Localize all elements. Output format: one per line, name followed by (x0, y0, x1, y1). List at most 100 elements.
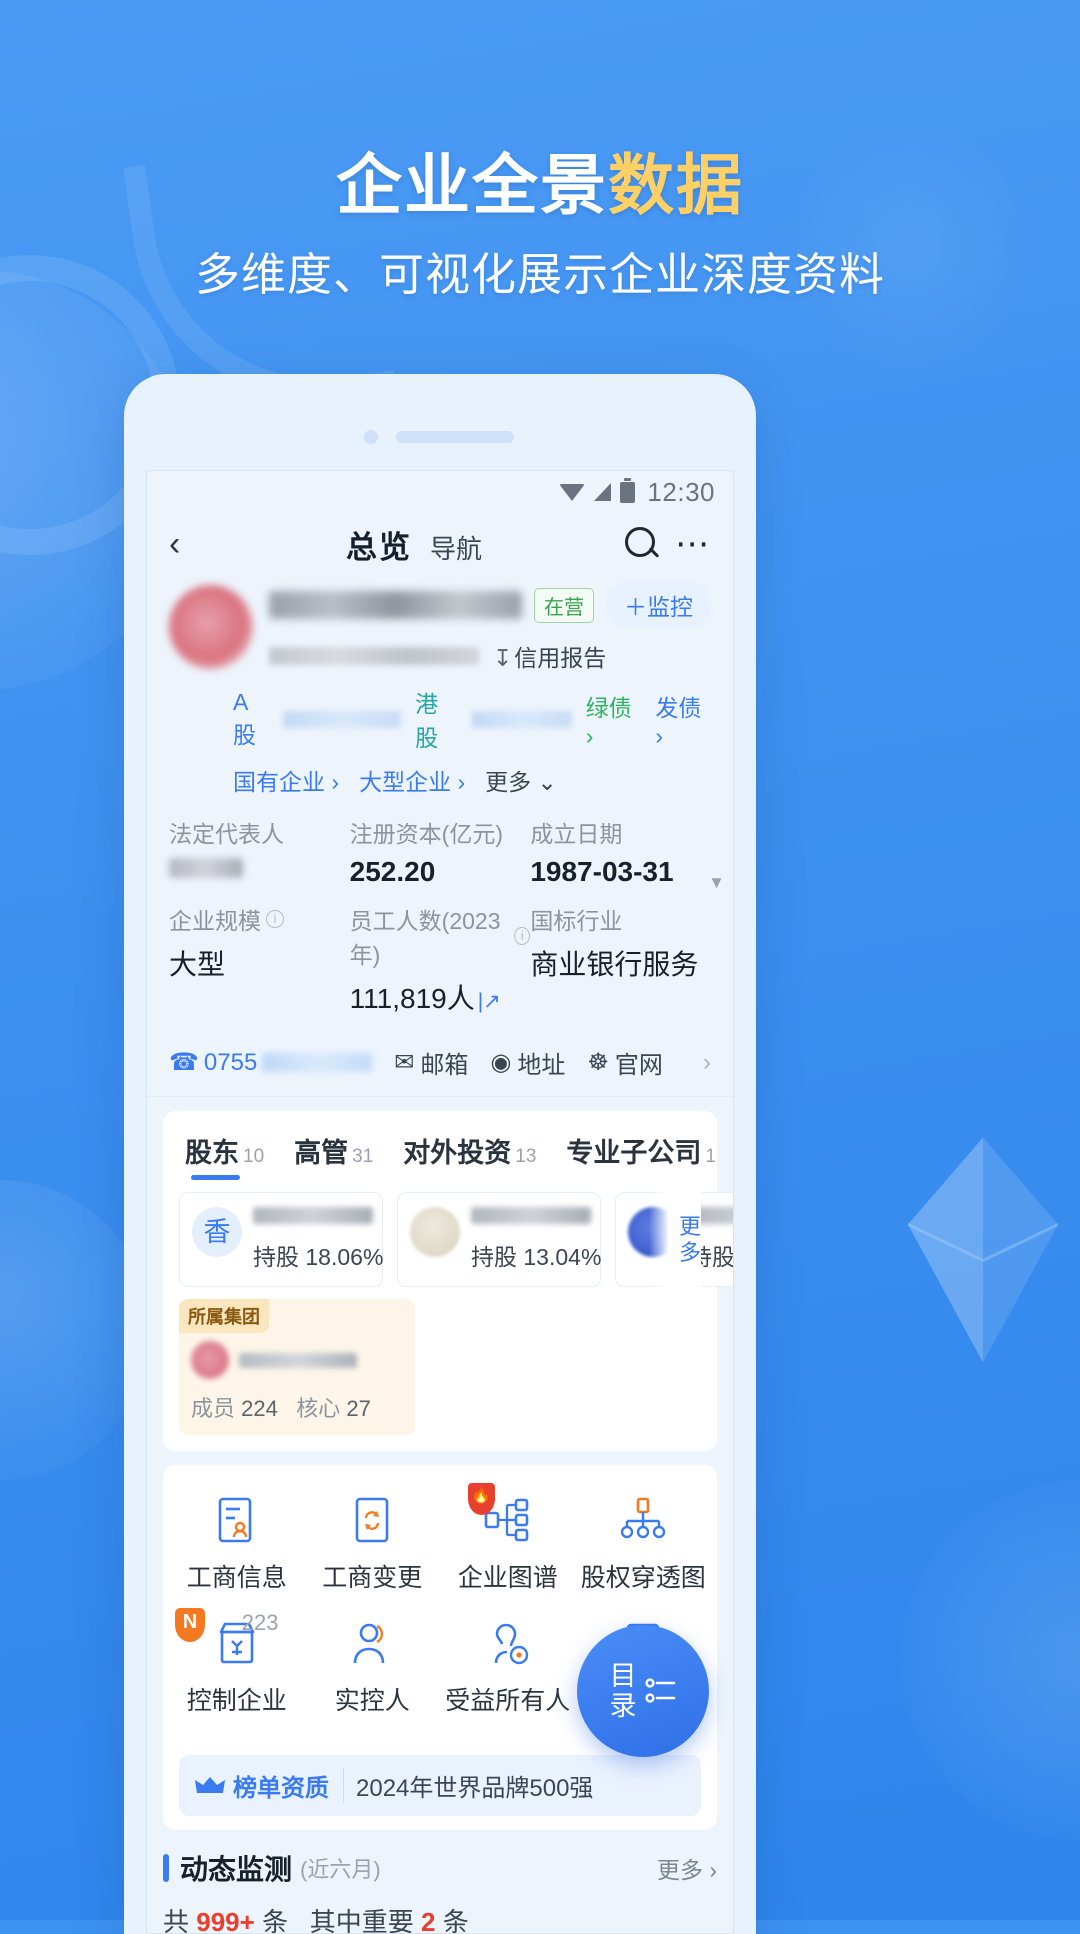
shareholders-more-label: 更多 (679, 1213, 702, 1265)
tag-green-bond[interactable]: 绿债 › (586, 689, 642, 750)
tags-more-button[interactable]: 更多 ⌄ (485, 763, 557, 797)
group-member-count: 224 (241, 1396, 278, 1421)
location-pin-icon: ◉ (490, 1049, 512, 1076)
tag-a-share-masked (282, 710, 402, 728)
tab-shareholders[interactable]: 股东 10 (185, 1131, 264, 1182)
feature-beneficial-owner[interactable]: 受益所有人 (440, 1608, 576, 1731)
tag-state-owned-label: 国有企业 (233, 769, 325, 795)
avatar: 香 (192, 1207, 242, 1257)
tag-a-share[interactable]: A股 (233, 689, 269, 750)
company-name-masked (269, 591, 522, 619)
back-button[interactable]: ‹ (169, 525, 209, 564)
nav-tabs: 总览 导航 (209, 522, 619, 567)
tag-hk-share[interactable]: 港股 (415, 685, 458, 753)
group-badge: 所属集团 (179, 1299, 269, 1333)
feature-label: 实控人 (334, 1687, 410, 1715)
info-cell-industry: 国标行业 商业银行服务 (530, 902, 711, 1017)
ranking-strip[interactable]: 榜单资质 2024年世界品牌500强 (179, 1755, 701, 1816)
info-label-text: 员工人数(2023年) (349, 908, 501, 968)
website-link[interactable]: ☸ 官网 (587, 1045, 663, 1080)
feature-label: 工商变更 (322, 1564, 423, 1592)
tab-navigation[interactable]: 导航 (430, 529, 482, 566)
tag-large-enterprise-label: 大型企业 (359, 769, 452, 795)
tag-state-owned[interactable]: 国有企业 › (233, 763, 339, 797)
email-link[interactable]: ✉ 邮箱 (394, 1045, 468, 1080)
credit-report-link[interactable]: ↧信用报告 (493, 639, 606, 673)
status-clock: 12:30 (647, 476, 715, 507)
address-link[interactable]: ◉ 地址 (490, 1045, 565, 1080)
section-accent-bar (163, 1854, 169, 1882)
shareholder-holding: 持股 18.06% (253, 1244, 384, 1270)
feature-business-info[interactable]: 工商信息 (169, 1485, 305, 1608)
catalog-fab-button[interactable]: 目 录 (577, 1625, 709, 1757)
info-tip-icon[interactable]: i (266, 910, 284, 928)
download-icon: ↧ (493, 645, 513, 671)
phone-icon: ☎ (169, 1049, 199, 1076)
tab-subsidiaries[interactable]: 专业子公司 1 (566, 1131, 716, 1182)
info-value: 大型 (169, 949, 226, 980)
monitor-more-button[interactable]: 更多 › (657, 1851, 717, 1885)
tab-label: 专业子公司 (566, 1138, 702, 1168)
info-label: 成立日期 (530, 821, 623, 847)
tab-overview[interactable]: 总览 (346, 522, 412, 567)
info-value: 商业银行服务 (530, 949, 699, 980)
feature-enterprise-graph[interactable]: 🔥 企业图谱 (440, 1483, 576, 1608)
trend-chart-icon[interactable]: |↗ (478, 989, 501, 1014)
feature-label: 控制企业 (186, 1687, 287, 1715)
promo-subtitle: 多维度、可视化展示企业深度资料 (194, 249, 885, 300)
tab-investments[interactable]: 对外投资 13 (403, 1131, 536, 1182)
equity-penetration-icon (576, 1495, 712, 1547)
chevron-right-icon[interactable]: › (703, 1049, 711, 1077)
status-bar: 12:30 (147, 471, 733, 513)
group-logo (191, 1341, 229, 1379)
info-cell-scale: 企业规模 i 大型 (169, 902, 350, 1017)
info-tip-icon[interactable]: i (514, 927, 531, 945)
feature-equity-penetration[interactable]: 股权穿透图 (576, 1485, 712, 1608)
shareholder-card[interactable]: 香 持股 18.06% (179, 1192, 383, 1287)
beneficial-owner-icon (440, 1618, 576, 1670)
feature-controlled-enterprise[interactable]: N 223 控制企业 (169, 1608, 305, 1731)
monitor-summary-important: 2 (421, 1907, 436, 1934)
shareholder-name-masked (471, 1207, 591, 1224)
feature-business-change[interactable]: 工商变更 (305, 1485, 441, 1608)
website-label: 官网 (614, 1052, 663, 1079)
shareholders-more-button[interactable]: 更多 (649, 1192, 701, 1287)
fab-label: 目 录 (610, 1661, 637, 1721)
signal-icon (594, 483, 612, 501)
ranking-badge-label: 榜单资质 (233, 1775, 329, 1802)
fab-label-line2: 录 (609, 1691, 637, 1721)
phone-top-bezel (124, 374, 756, 470)
promo-headline-accent: 数据 (608, 148, 744, 222)
affiliated-group-box[interactable]: 所属集团 成员 224 核心 27 (179, 1299, 415, 1435)
tab-executives[interactable]: 高管 31 (294, 1131, 373, 1182)
info-label: 员工人数(2023年) i (350, 902, 531, 970)
shareholder-card[interactable]: 持股 13.04% (397, 1192, 601, 1287)
email-label: 邮箱 (420, 1052, 469, 1079)
crown-icon (195, 1776, 225, 1793)
tag-issue-bond[interactable]: 发债 › (655, 689, 711, 750)
phone-mockup: 12:30 ‹ 总览 导航 ⋯ 在营 ＋监控 ↧信用报告 A股 港股 绿债 › … (124, 374, 756, 1934)
tab-label: 高管 (294, 1138, 349, 1168)
promo-headline: 企业全景数据 (0, 132, 1080, 228)
info-value: 252.20 (349, 856, 436, 887)
address-label: 地址 (517, 1052, 566, 1079)
tab-count: 31 (352, 1146, 374, 1167)
monitor-button[interactable]: ＋监控 (606, 581, 711, 629)
enterprise-graph-icon (440, 1495, 576, 1547)
more-dots-icon[interactable]: ⋯ (675, 527, 711, 561)
feature-label: 工商信息 (186, 1564, 287, 1592)
feature-actual-controller[interactable]: 实控人 (305, 1608, 441, 1731)
tag-large-enterprise[interactable]: 大型企业 › (359, 763, 465, 797)
tab-label: 股东 (185, 1138, 239, 1168)
phone-screen: 12:30 ‹ 总览 导航 ⋯ 在营 ＋监控 ↧信用报告 A股 港股 绿债 › … (146, 470, 734, 1934)
phone-link[interactable]: ☎ 0755 (169, 1048, 373, 1077)
tag-green-bond-label: 绿债 (585, 694, 632, 721)
shareholder-name-masked (253, 1207, 373, 1224)
speaker-grille (396, 431, 514, 443)
expand-caret-icon[interactable]: ▼ (708, 873, 725, 893)
business-info-icon (169, 1495, 305, 1547)
actual-controller-icon (305, 1618, 441, 1670)
credit-report-label: 信用报告 (514, 645, 607, 671)
search-icon[interactable] (619, 522, 663, 566)
decor-blob-bottom-right (900, 1480, 1080, 1840)
